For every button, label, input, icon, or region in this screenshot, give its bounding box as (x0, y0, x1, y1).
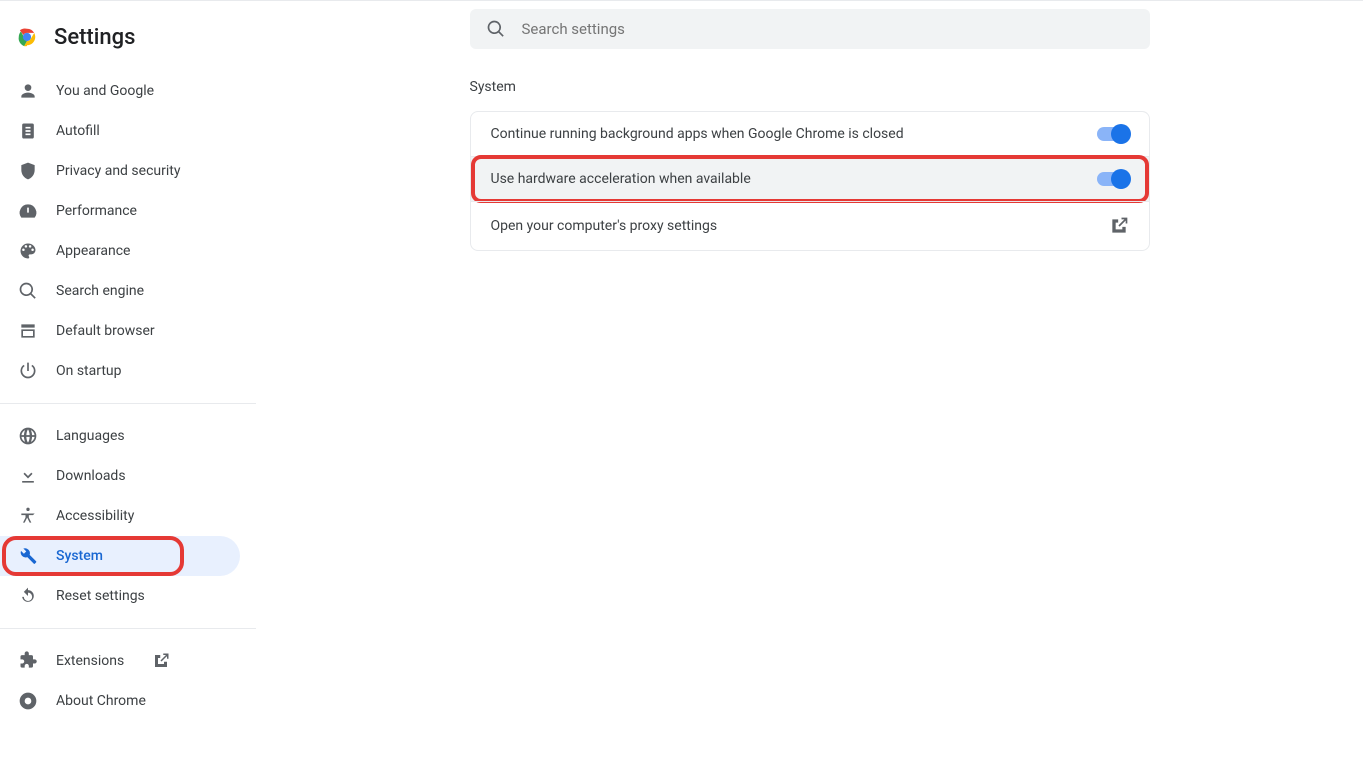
globe-icon (18, 426, 38, 446)
sidebar-item-label: Default browser (56, 323, 155, 339)
sidebar-item-label: Performance (56, 203, 137, 219)
sidebar-item-label: Downloads (56, 468, 126, 484)
open-external-icon (1109, 216, 1129, 236)
power-icon (18, 361, 38, 381)
download-icon (18, 466, 38, 486)
sidebar-item-label: System (56, 548, 103, 564)
open-external-icon (152, 652, 170, 670)
sidebar-item-search-engine[interactable]: Search engine (0, 271, 256, 311)
nav-group-main: You and Google Autofill Privacy and secu… (0, 65, 256, 397)
sidebar-item-appearance[interactable]: Appearance (0, 231, 256, 271)
toggle-switch[interactable] (1097, 172, 1129, 186)
sidebar-item-label: Reset settings (56, 588, 145, 604)
sidebar-item-label: Privacy and security (56, 163, 180, 179)
browser-icon (18, 321, 38, 341)
sidebar: Settings You and Google Autofill Privacy… (0, 1, 256, 759)
sidebar-item-system[interactable]: System (0, 536, 240, 576)
sidebar-item-about-chrome[interactable]: About Chrome (0, 681, 256, 721)
sidebar-item-accessibility[interactable]: Accessibility (0, 496, 256, 536)
sidebar-item-label: Autofill (56, 123, 100, 139)
setting-label: Continue running background apps when Go… (491, 126, 1097, 142)
extension-icon (18, 651, 38, 671)
setting-label: Use hardware acceleration when available (491, 171, 1097, 187)
separator (0, 403, 256, 404)
settings-card: Continue running background apps when Go… (470, 111, 1150, 251)
person-icon (18, 81, 38, 101)
brand-title: Settings (54, 25, 135, 50)
sidebar-item-reset-settings[interactable]: Reset settings (0, 576, 256, 616)
nav-group-advanced: Languages Downloads Accessibility System… (0, 410, 256, 622)
sidebar-item-autofill[interactable]: Autofill (0, 111, 256, 151)
chrome-logo-icon (16, 26, 38, 48)
sidebar-item-label: On startup (56, 363, 122, 379)
sidebar-item-label: About Chrome (56, 693, 146, 709)
sidebar-item-privacy[interactable]: Privacy and security (0, 151, 256, 191)
speed-icon (18, 201, 38, 221)
wrench-icon (18, 546, 38, 566)
sidebar-item-downloads[interactable]: Downloads (0, 456, 256, 496)
sidebar-item-languages[interactable]: Languages (0, 416, 256, 456)
system-section: System Continue running background apps … (470, 79, 1150, 251)
sidebar-item-label: Accessibility (56, 508, 134, 524)
reset-icon (18, 586, 38, 606)
setting-row-proxy-settings[interactable]: Open your computer's proxy settings (471, 201, 1149, 250)
sidebar-item-performance[interactable]: Performance (0, 191, 256, 231)
sidebar-item-label: Extensions (56, 653, 124, 669)
sidebar-item-label: You and Google (56, 83, 154, 99)
chrome-icon (18, 691, 38, 711)
search-bar[interactable] (470, 9, 1150, 49)
setting-row-hardware-acceleration[interactable]: Use hardware acceleration when available (471, 156, 1149, 201)
setting-label: Open your computer's proxy settings (491, 218, 1109, 234)
sidebar-item-you-and-google[interactable]: You and Google (0, 71, 256, 111)
sidebar-item-label: Languages (56, 428, 125, 444)
main-content: System Continue running background apps … (256, 1, 1363, 759)
shield-icon (18, 161, 38, 181)
brand: Settings (0, 9, 256, 65)
toggle-switch[interactable] (1097, 127, 1129, 141)
sidebar-item-label: Search engine (56, 283, 144, 299)
search-input[interactable] (522, 20, 1134, 38)
search-icon (18, 281, 38, 301)
accessibility-icon (18, 506, 38, 526)
sidebar-item-label: Appearance (56, 243, 130, 259)
sidebar-item-extensions[interactable]: Extensions (0, 641, 256, 681)
section-title: System (470, 79, 1150, 95)
sidebar-item-default-browser[interactable]: Default browser (0, 311, 256, 351)
setting-row-background-apps[interactable]: Continue running background apps when Go… (471, 112, 1149, 156)
autofill-icon (18, 121, 38, 141)
separator (0, 628, 256, 629)
search-icon (486, 19, 506, 39)
nav-group-other: Extensions About Chrome (0, 635, 256, 727)
sidebar-item-on-startup[interactable]: On startup (0, 351, 256, 391)
palette-icon (18, 241, 38, 261)
